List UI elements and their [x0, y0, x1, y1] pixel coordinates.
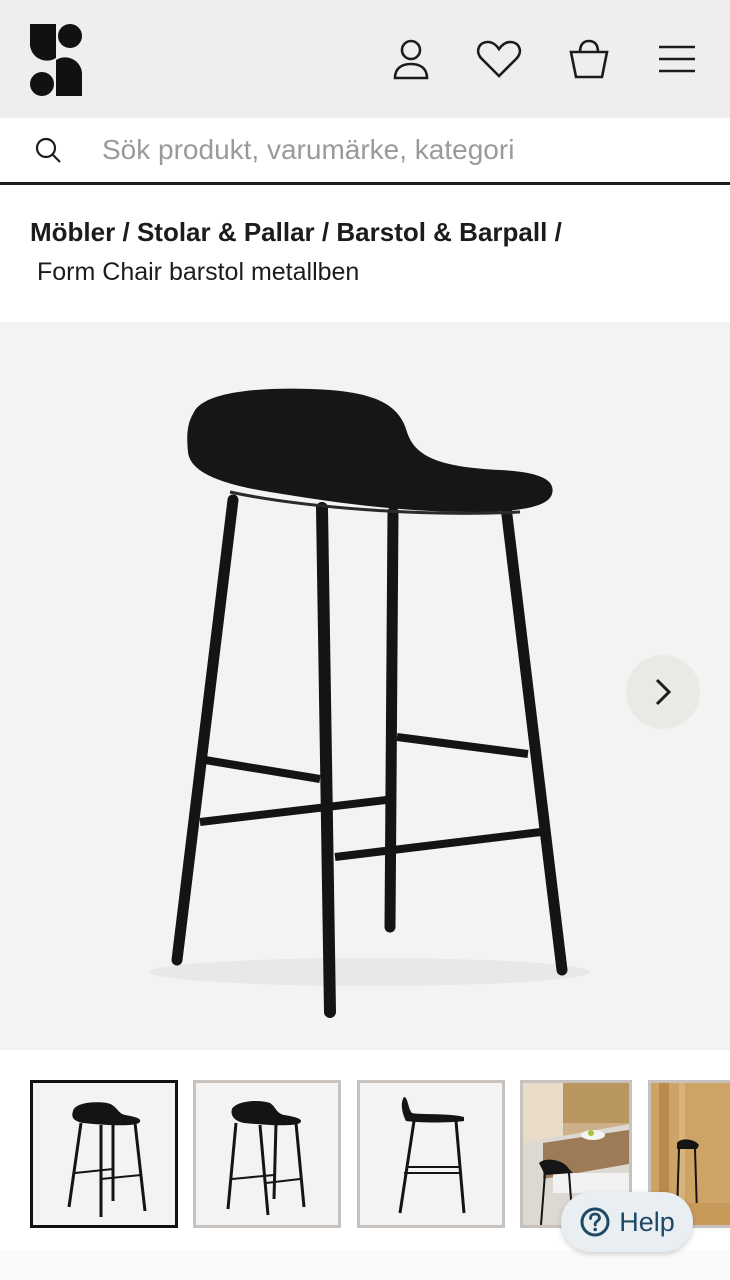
thumbnail-1[interactable]	[30, 1080, 178, 1228]
account-icon[interactable]	[386, 34, 436, 84]
heart-icon[interactable]	[474, 34, 524, 84]
brand-logo[interactable]	[26, 20, 86, 100]
thumbnail-3[interactable]	[357, 1080, 505, 1228]
breadcrumb-separator: /	[321, 217, 330, 247]
thumbnail-2[interactable]	[193, 1080, 341, 1228]
help-button[interactable]: Help	[561, 1192, 693, 1252]
menu-icon[interactable]	[652, 34, 702, 84]
breadcrumb-item-mobler[interactable]: Möbler	[30, 217, 115, 247]
site-header	[0, 0, 730, 118]
next-image-button[interactable]	[626, 655, 700, 729]
breadcrumb-separator: /	[122, 217, 130, 247]
breadcrumb-separator: /	[554, 217, 562, 247]
breadcrumb-item-barstol-barpall[interactable]: Barstol & Barpall	[336, 217, 547, 247]
search-input[interactable]	[102, 128, 702, 172]
help-label: Help	[619, 1206, 675, 1237]
product-image[interactable]	[0, 322, 730, 1050]
search-bar	[0, 118, 730, 185]
help-icon	[580, 1207, 610, 1237]
bottom-area	[0, 1250, 730, 1280]
search-icon[interactable]	[34, 136, 62, 164]
basket-icon[interactable]	[564, 34, 614, 84]
breadcrumb: Möbler / Stolar & Pallar / Barstol & Bar…	[30, 212, 710, 292]
breadcrumb-item-stolar-pallar[interactable]: Stolar & Pallar	[137, 217, 315, 247]
breadcrumb-current: Form Chair barstol metallben	[37, 258, 360, 286]
